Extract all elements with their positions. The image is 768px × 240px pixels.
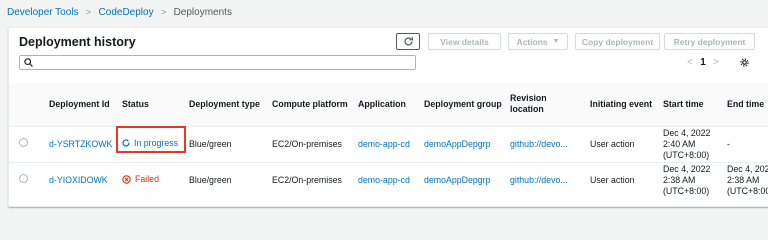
deployment-type-cell: Blue/green: [189, 138, 232, 149]
status-text: In progress: [134, 137, 179, 148]
end-time-cell: -: [727, 138, 730, 149]
table-row[interactable]: d-YSRTZKOWK In progress Blue/green EC2/O…: [9, 126, 768, 162]
row-select-cell: [9, 162, 45, 198]
application-link[interactable]: demo-app-cd: [354, 126, 420, 162]
row-select-cell: [9, 126, 45, 162]
deployments-table: Deployment Id Status Deployment type Com…: [9, 83, 768, 198]
chevron-left-icon[interactable]: <: [683, 57, 697, 68]
search-input[interactable]: [37, 56, 415, 69]
column-header-deployment-type[interactable]: Deployment type: [185, 83, 268, 127]
view-details-button[interactable]: View details: [428, 33, 501, 50]
deployment-group-link[interactable]: demoAppDepgrp: [420, 126, 506, 162]
column-header-deployment-id[interactable]: Deployment Id: [45, 83, 118, 127]
gear-icon: [740, 58, 749, 67]
start-time-cell: Dec 4, 2022 2:40 AM (UTC+8:00): [663, 127, 711, 160]
column-header-revision-location[interactable]: Revision location: [506, 83, 586, 127]
status-cell: Failed: [118, 162, 185, 198]
column-header-end-time[interactable]: End time: [723, 83, 768, 127]
refresh-button[interactable]: [396, 33, 420, 50]
breadcrumb-deployments: Deployments: [173, 6, 232, 18]
status-cell: In progress: [118, 126, 185, 162]
actions-button[interactable]: Actions ▼: [508, 33, 568, 50]
search-box[interactable]: [19, 55, 416, 70]
row-radio[interactable]: [19, 138, 28, 147]
settings-button[interactable]: [737, 55, 752, 70]
status-failed: Failed: [122, 174, 159, 185]
column-header-start-time[interactable]: Start time: [659, 83, 723, 127]
column-header-initiating-event[interactable]: Initiating event: [586, 83, 659, 127]
error-circle-icon: [122, 175, 131, 184]
column-header-status[interactable]: Status: [118, 83, 185, 127]
compute-platform-cell: EC2/On-premises: [272, 138, 342, 149]
deployment-id-link[interactable]: d-YIOXIDOWK: [45, 162, 118, 198]
chevron-right-icon: >: [85, 7, 92, 17]
breadcrumb: Developer Tools > CodeDeploy > Deploymen…: [7, 5, 232, 19]
pagination: < 1 >: [683, 55, 723, 70]
status-in-progress: In progress: [122, 138, 178, 149]
status-text: Failed: [135, 173, 159, 184]
column-header-application[interactable]: Application: [354, 83, 420, 127]
view-details-label: View details: [440, 36, 489, 47]
actions-label: Actions: [516, 36, 548, 47]
deployment-type-cell: Blue/green: [189, 174, 232, 185]
retry-deployment-button[interactable]: Retry deployment: [664, 33, 755, 50]
select-column-header: [9, 83, 45, 127]
table-header-row: Deployment Id Status Deployment type Com…: [9, 83, 768, 127]
application-link[interactable]: demo-app-cd: [354, 162, 420, 198]
deployment-group-link[interactable]: demoAppDepgrp: [420, 162, 506, 198]
deployment-history-panel: Deployment history View details Actions ▼…: [8, 27, 768, 207]
chevron-right-icon[interactable]: >: [709, 57, 723, 68]
initiating-event-cell: User action: [590, 174, 635, 185]
revision-location-link[interactable]: github://devo...: [506, 162, 586, 198]
end-time-cell: Dec 4, 2022 2:38 AM (UTC+8:00): [727, 163, 768, 196]
spinner-icon: [122, 139, 130, 147]
column-header-compute-platform[interactable]: Compute platform: [268, 83, 354, 127]
column-header-deployment-group[interactable]: Deployment group: [420, 83, 506, 127]
copy-deployment-label: Copy deployment: [581, 36, 654, 47]
deployment-id-link[interactable]: d-YSRTZKOWK: [45, 126, 118, 162]
copy-deployment-button[interactable]: Copy deployment: [575, 33, 660, 50]
breadcrumb-codedeploy[interactable]: CodeDeploy: [99, 7, 154, 18]
row-radio[interactable]: [19, 174, 28, 184]
caret-down-icon: ▼: [552, 38, 560, 45]
search-icon: [24, 58, 33, 67]
revision-location-link[interactable]: github://devo...: [506, 126, 586, 162]
start-time-cell: Dec 4, 2022 2:38 AM (UTC+8:00): [663, 163, 711, 196]
compute-platform-cell: EC2/On-premises: [272, 174, 342, 185]
initiating-event-cell: User action: [590, 138, 635, 149]
retry-deployment-label: Retry deployment: [673, 36, 746, 47]
refresh-icon: [404, 37, 413, 46]
breadcrumb-developer-tools[interactable]: Developer Tools: [7, 7, 79, 18]
chevron-right-icon: >: [160, 7, 167, 17]
panel-title: Deployment history: [19, 35, 136, 49]
page-number[interactable]: 1: [697, 57, 709, 68]
table-row[interactable]: d-YIOXIDOWK Failed Blue/green EC2/On-pre…: [9, 162, 768, 198]
